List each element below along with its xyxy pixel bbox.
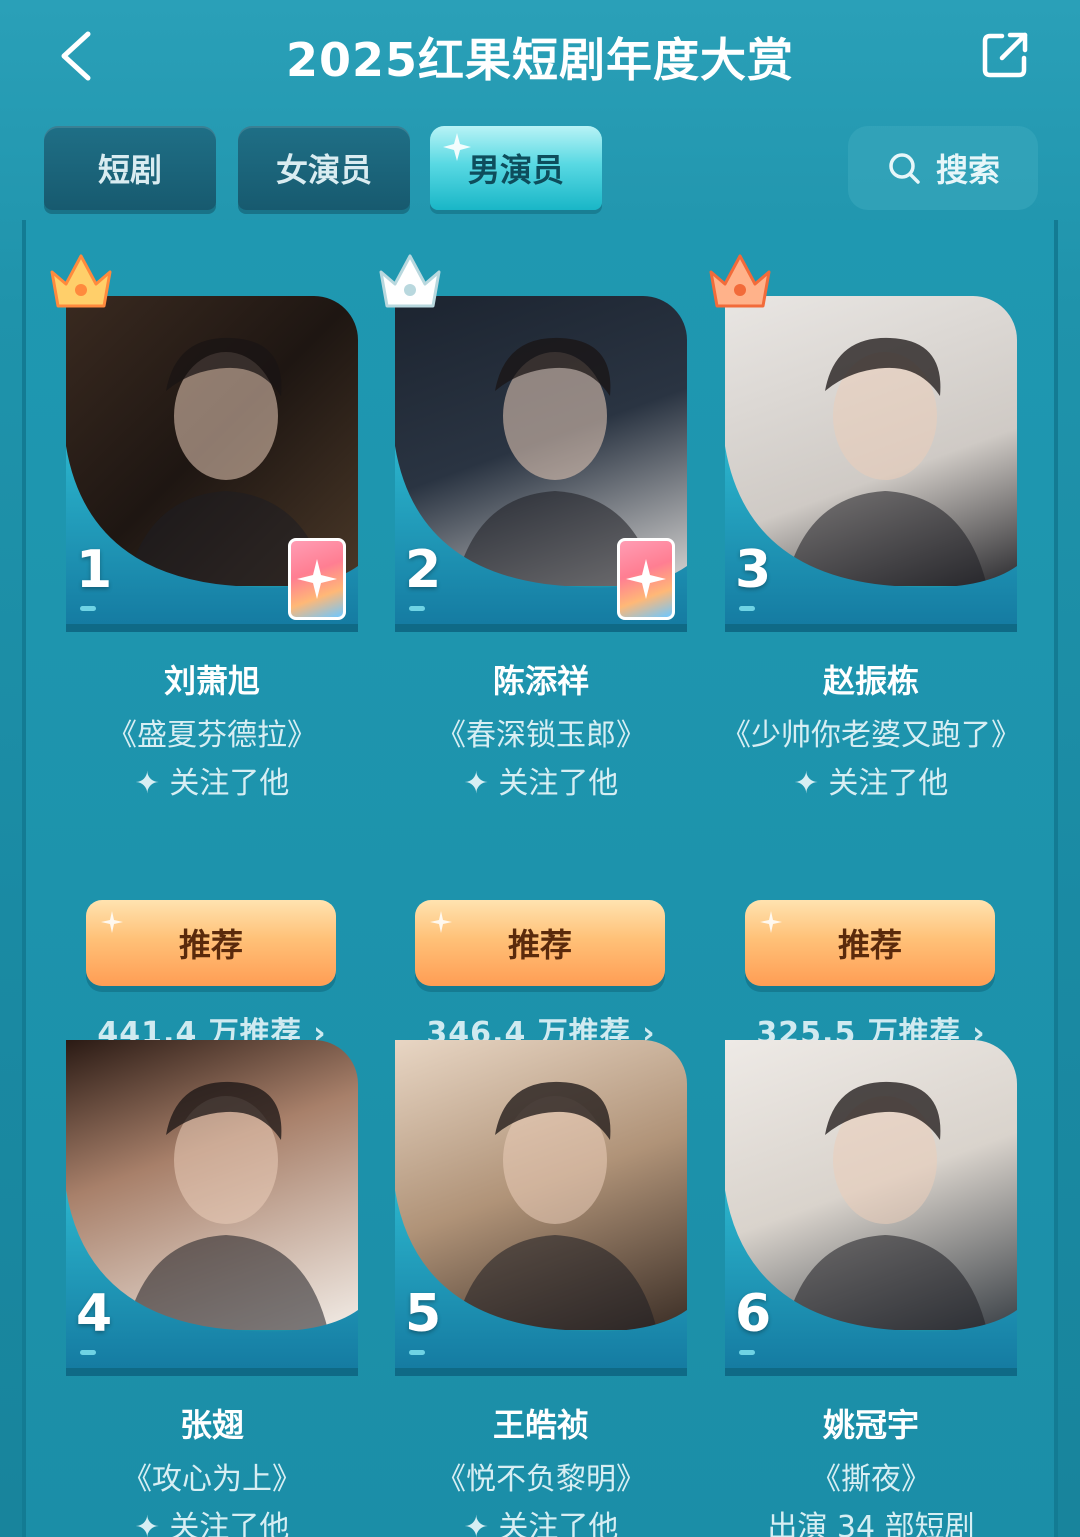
actor-name: 姚冠宇	[822, 1406, 919, 1444]
rank-underline	[80, 1350, 96, 1355]
recommend-label: 推荐	[507, 926, 572, 964]
sparkle-icon	[101, 911, 123, 933]
recommend-button[interactable]: 推荐	[745, 900, 995, 986]
crown-icon	[709, 254, 771, 308]
recommend-label: 推荐	[178, 926, 243, 964]
actor-photo-frame[interactable]: 2	[395, 296, 687, 632]
actor-drama-title[interactable]: 《少帅你老婆又跑了》	[705, 710, 1037, 754]
sparkle-icon	[443, 133, 471, 161]
header: 2025红果短剧年度大赏	[0, 0, 1080, 112]
rank-underline	[409, 1350, 425, 1355]
rank-number: 3	[735, 540, 772, 600]
rank-underline	[739, 1350, 755, 1355]
actor-drama-title[interactable]: 《春深锁玉郎》	[375, 710, 707, 754]
rank-number: 6	[735, 1284, 772, 1344]
follow-status: ✦ 关注了他	[463, 766, 619, 801]
actor-photo-frame[interactable]: 4	[66, 1040, 358, 1376]
recommend-label: 推荐	[837, 926, 902, 964]
rank-number: 2	[405, 540, 442, 600]
actor-photo-frame[interactable]: 5	[395, 1040, 687, 1376]
rank-number: 5	[405, 1284, 442, 1344]
sparkle-icon	[430, 911, 452, 933]
follow-status: ✦ 关注了他	[134, 1510, 290, 1537]
tab-actor-label: 男演员	[467, 151, 564, 189]
actor-photo-frame[interactable]: 1	[66, 296, 358, 632]
card-wave-decoration	[395, 1190, 687, 1376]
rank-underline	[739, 606, 755, 611]
sparkle-icon	[760, 911, 782, 933]
card-wave-decoration	[66, 1190, 358, 1376]
follow-status: ✦ 关注了他	[134, 766, 290, 801]
follow-status: 出演 34 部短剧	[767, 1510, 975, 1537]
follow-status: ✦ 关注了他	[793, 766, 949, 801]
follow-status: ✦ 关注了他	[463, 1510, 619, 1537]
search-label: 搜索	[935, 151, 1000, 189]
actor-photo-frame[interactable]: 6	[725, 1040, 1017, 1376]
rank-underline	[409, 606, 425, 611]
rank-underline	[80, 606, 96, 611]
award-badge-icon	[617, 538, 675, 620]
recommend-button[interactable]: 推荐	[86, 900, 336, 986]
tab-actress[interactable]: 女演员	[238, 126, 410, 210]
card-wave-decoration	[725, 446, 1017, 632]
card-wave-decoration	[725, 1190, 1017, 1376]
award-badge-icon	[288, 538, 346, 620]
page-title: 2025红果短剧年度大赏	[285, 33, 795, 87]
actor-name: 赵振栋	[822, 662, 919, 700]
rank-number: 1	[76, 540, 113, 600]
actor-drama-title[interactable]: 《攻心为上》	[46, 1454, 378, 1498]
share-icon[interactable]	[980, 30, 1030, 80]
search-button[interactable]: 搜索	[848, 126, 1038, 210]
crown-icon	[50, 254, 112, 308]
actor-name: 刘萧旭	[163, 662, 260, 700]
recommend-button[interactable]: 推荐	[415, 900, 665, 986]
actor-name: 王皓祯	[492, 1406, 589, 1444]
actor-name: 陈添祥	[492, 662, 589, 700]
actor-name: 张翅	[179, 1406, 244, 1444]
tab-bar: 短剧 女演员 男演员 搜索	[0, 122, 1080, 214]
crown-icon	[379, 254, 441, 308]
search-icon	[889, 153, 920, 184]
tab-actor[interactable]: 男演员	[430, 126, 602, 210]
tab-short-drama[interactable]: 短剧	[44, 126, 216, 210]
rank-number: 4	[76, 1284, 113, 1344]
actor-drama-title[interactable]: 《悦不负黎明》	[375, 1454, 707, 1498]
actor-drama-title[interactable]: 《撕夜》	[705, 1454, 1037, 1498]
actor-photo-frame[interactable]: 3	[725, 296, 1017, 632]
actor-drama-title[interactable]: 《盛夏芬德拉》	[46, 710, 378, 754]
